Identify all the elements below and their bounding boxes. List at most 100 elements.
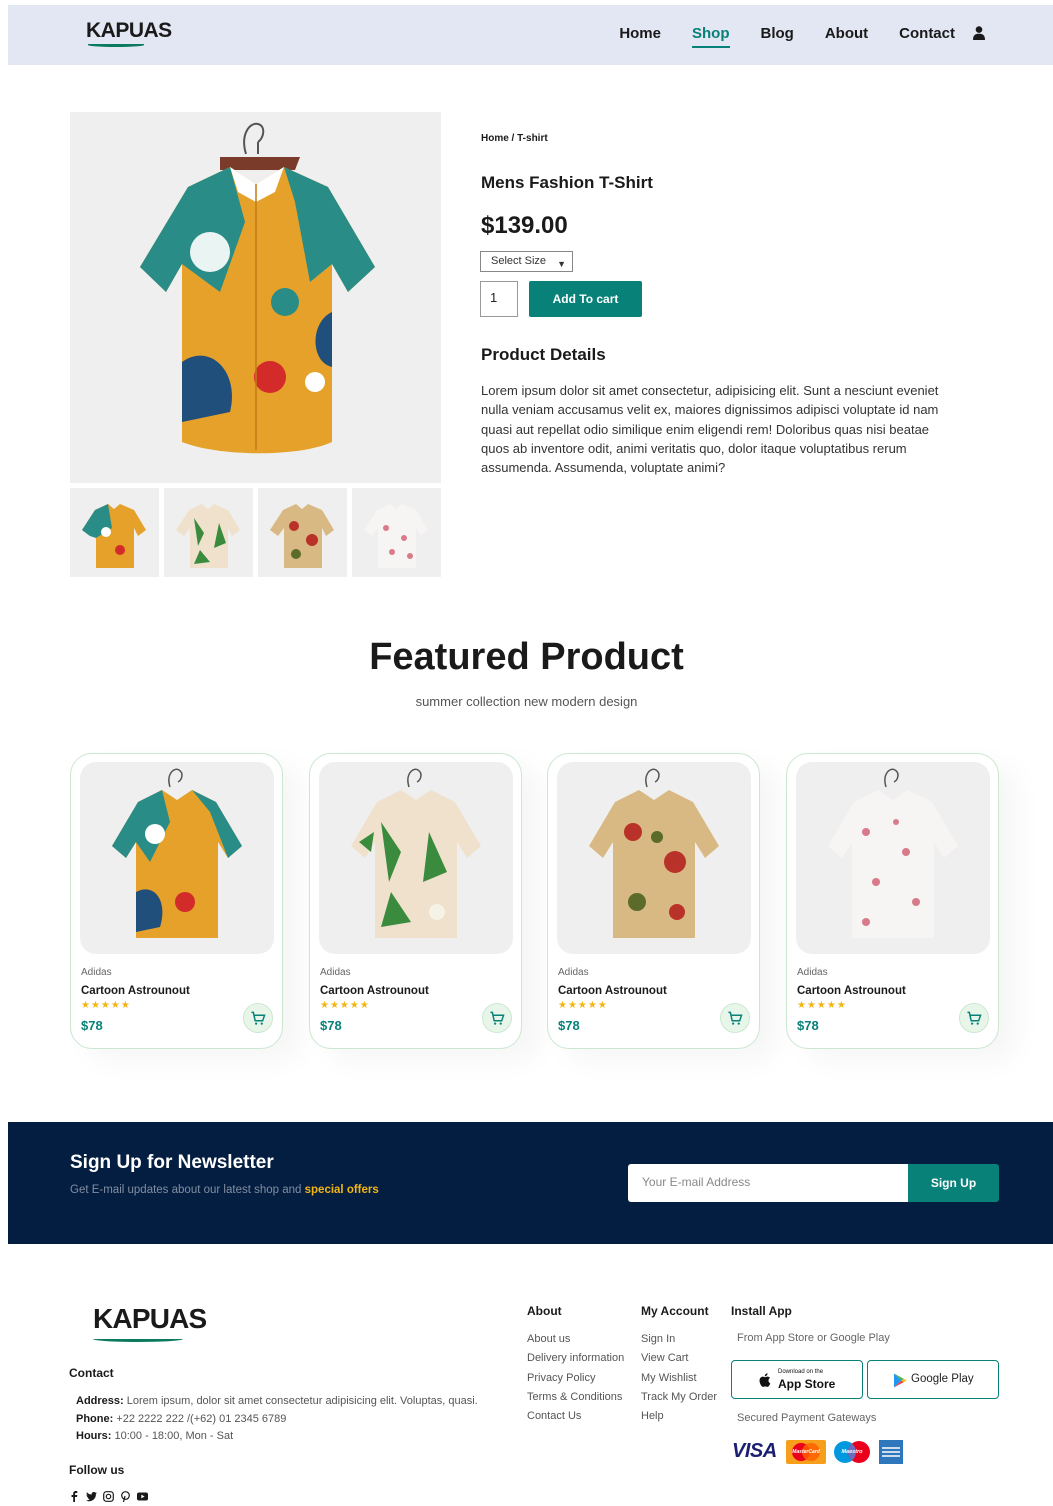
shirt-image bbox=[140, 122, 375, 454]
footer-link-privacy[interactable]: Privacy Policy bbox=[527, 1369, 624, 1388]
product-card-image bbox=[557, 762, 751, 954]
site-header: KAPUAS Home Shop Blog About Contact bbox=[8, 5, 1053, 65]
product-card[interactable]: Adidas Cartoon Astrounout ★★★★★ $78 bbox=[70, 753, 283, 1049]
cart-icon[interactable] bbox=[482, 1003, 512, 1033]
product-description: Lorem ipsum dolor sit amet consectetur, … bbox=[481, 383, 939, 476]
footer-logo-text: KAPUAS bbox=[93, 1303, 207, 1334]
product-card-brand: Adidas bbox=[81, 967, 112, 978]
footer-link-terms[interactable]: Terms & Conditions bbox=[527, 1388, 624, 1407]
star-rating: ★★★★★ bbox=[797, 1000, 847, 1011]
nav-contact[interactable]: Contact bbox=[899, 25, 955, 42]
user-icon[interactable] bbox=[973, 26, 985, 40]
address-value: Lorem ipsum, dolor sit amet consectetur … bbox=[126, 1395, 478, 1407]
google-play-text: Google Play bbox=[911, 1373, 974, 1385]
product-card-name: Cartoon Astrounout bbox=[320, 985, 429, 997]
product-card-image bbox=[319, 762, 513, 954]
facebook-icon[interactable] bbox=[69, 1491, 80, 1502]
shirt-image bbox=[828, 768, 958, 938]
shirt-image bbox=[589, 768, 719, 938]
amex-icon bbox=[879, 1440, 903, 1464]
footer-link-track-order[interactable]: Track My Order bbox=[641, 1388, 717, 1407]
product-card[interactable]: Adidas Cartoon Astrounout ★★★★★ $78 bbox=[309, 753, 522, 1049]
footer-link-contact[interactable]: Contact Us bbox=[527, 1407, 624, 1426]
email-input[interactable]: Your E-mail Address bbox=[628, 1164, 908, 1202]
newsletter-section: Sign Up for Newsletter Get E-mail update… bbox=[8, 1122, 1053, 1244]
nav-about[interactable]: About bbox=[825, 25, 868, 42]
signup-button[interactable]: Sign Up bbox=[908, 1164, 999, 1202]
hours-label: Hours: bbox=[76, 1430, 112, 1442]
shirt-thumb-image bbox=[270, 504, 334, 568]
shirt-thumb-image bbox=[364, 504, 428, 568]
product-card-price: $78 bbox=[320, 1018, 342, 1033]
product-card-brand: Adidas bbox=[797, 967, 828, 978]
size-select[interactable]: Select Size ▼ bbox=[480, 251, 573, 272]
add-to-cart-button[interactable]: Add To cart bbox=[529, 281, 642, 317]
phone-value: +22 2222 222 /(+62) 01 2345 6789 bbox=[116, 1412, 287, 1425]
install-app-note: From App Store or Google Play bbox=[737, 1332, 890, 1344]
pinterest-icon[interactable] bbox=[120, 1491, 131, 1502]
about-heading: About bbox=[527, 1304, 562, 1318]
shirt-image bbox=[112, 768, 242, 938]
cart-icon[interactable] bbox=[720, 1003, 750, 1033]
featured-heading: Featured Product bbox=[369, 636, 684, 678]
newsletter-heading: Sign Up for Newsletter bbox=[70, 1152, 274, 1173]
thumbnail-1[interactable] bbox=[70, 488, 159, 577]
footer-link-wishlist[interactable]: My Wishlist bbox=[641, 1369, 717, 1388]
nav-blog[interactable]: Blog bbox=[761, 25, 794, 42]
product-card[interactable]: Adidas Cartoon Astrounout ★★★★★ $78 bbox=[786, 753, 999, 1049]
cart-icon[interactable] bbox=[959, 1003, 989, 1033]
quantity-input[interactable]: 1 bbox=[480, 281, 518, 317]
app-store-button[interactable]: Download on the App Store bbox=[731, 1360, 863, 1399]
product-card-name: Cartoon Astrounout bbox=[81, 985, 190, 997]
mastercard-icon: MasterCard bbox=[786, 1440, 826, 1464]
app-store-text: App Store bbox=[778, 1377, 836, 1391]
footer-link-delivery[interactable]: Delivery information bbox=[527, 1349, 624, 1368]
product-main-image bbox=[70, 112, 441, 483]
logo-text: KAPUAS bbox=[86, 19, 172, 42]
product-price: $139.00 bbox=[481, 212, 568, 239]
about-links: About us Delivery information Privacy Po… bbox=[527, 1330, 624, 1426]
maestro-icon: Maestro bbox=[832, 1440, 872, 1464]
featured-subheading: summer collection new modern design bbox=[415, 694, 638, 709]
app-store-small-text: Download on the bbox=[778, 1369, 824, 1375]
shirt-thumb-image bbox=[176, 504, 240, 568]
footer-logo[interactable]: KAPUAS bbox=[93, 1303, 207, 1342]
logo[interactable]: KAPUAS bbox=[86, 19, 172, 47]
nav-shop[interactable]: Shop bbox=[692, 25, 730, 48]
nav-home[interactable]: Home bbox=[619, 25, 661, 42]
footer-link-sign-in[interactable]: Sign In bbox=[641, 1330, 717, 1349]
main-nav: Home Shop Blog About Contact bbox=[588, 25, 985, 48]
maestro-text: Maestro bbox=[841, 1449, 863, 1455]
cart-icon[interactable] bbox=[243, 1003, 273, 1033]
twitter-icon[interactable] bbox=[86, 1491, 97, 1502]
product-card[interactable]: Adidas Cartoon Astrounout ★★★★★ $78 bbox=[547, 753, 760, 1049]
footer-link-view-cart[interactable]: View Cart bbox=[641, 1349, 717, 1368]
google-play-button[interactable]: Google Play bbox=[867, 1360, 999, 1399]
contact-info: Address: Lorem ipsum, dolor sit amet con… bbox=[76, 1393, 478, 1446]
product-card-price: $78 bbox=[81, 1018, 103, 1033]
visa-icon: VISA bbox=[732, 1440, 777, 1462]
star-rating: ★★★★★ bbox=[81, 1000, 131, 1011]
payment-note: Secured Payment Gateways bbox=[737, 1412, 877, 1424]
footer-link-help[interactable]: Help bbox=[641, 1407, 717, 1426]
product-card-name: Cartoon Astrounout bbox=[558, 985, 667, 997]
shirt-image bbox=[351, 768, 481, 938]
product-card-name: Cartoon Astrounout bbox=[797, 985, 906, 997]
newsletter-text: Get E-mail updates about our latest shop… bbox=[70, 1184, 379, 1196]
thumbnail-4[interactable] bbox=[352, 488, 441, 577]
footer-link-about-us[interactable]: About us bbox=[527, 1330, 624, 1349]
address-label: Address: bbox=[76, 1395, 124, 1407]
product-card-price: $78 bbox=[797, 1018, 819, 1033]
apple-icon bbox=[759, 1373, 771, 1387]
hours-value: 10:00 - 18:00, Mon - Sat bbox=[114, 1430, 234, 1442]
youtube-icon[interactable] bbox=[137, 1491, 148, 1502]
newsletter-highlight: special offers bbox=[304, 1184, 379, 1196]
product-card-brand: Adidas bbox=[320, 967, 351, 978]
product-card-brand: Adidas bbox=[558, 967, 589, 978]
thumbnail-2[interactable] bbox=[164, 488, 253, 577]
thumbnail-3[interactable] bbox=[258, 488, 347, 577]
instagram-icon[interactable] bbox=[103, 1491, 114, 1502]
breadcrumb[interactable]: Home / T-shirt bbox=[481, 133, 548, 144]
size-select-value: Select Size bbox=[491, 255, 547, 267]
product-title: Mens Fashion T-Shirt bbox=[481, 173, 653, 192]
